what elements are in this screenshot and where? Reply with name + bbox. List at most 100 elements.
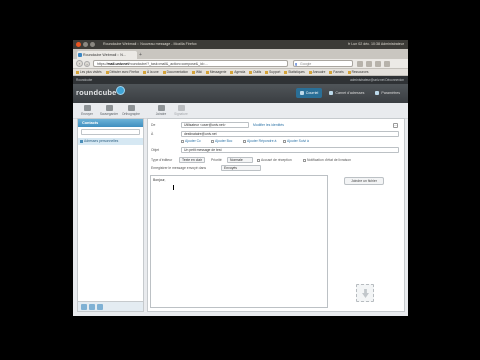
bookmark-item[interactable]: Les plus visités (76, 69, 102, 75)
bookmark-item[interactable]: Documentation (163, 69, 188, 75)
add-bcc-icon[interactable] (97, 304, 103, 310)
receipt-checkbox[interactable] (257, 158, 260, 162)
download-arrow-icon (362, 289, 369, 298)
message-body-editor[interactable]: Bonjour, (150, 175, 328, 308)
bookmark-item[interactable]: Messagerie (206, 69, 226, 75)
bookmark-item[interactable]: À la une (143, 69, 159, 75)
menu-icon[interactable] (384, 61, 390, 67)
nav-contacts-label: Carnet d'adresses (335, 91, 365, 95)
to-row: À destinataire@univ.net (151, 131, 401, 138)
spellcheck-icon (127, 105, 135, 111)
search-placeholder: Google (300, 62, 312, 66)
bookmark-item[interactable]: Ressources (348, 69, 369, 75)
add-followup-link[interactable]: Ajouter Suivi à (283, 139, 309, 143)
new-tab-button[interactable]: + (139, 51, 142, 59)
web-search-box[interactable]: g Google (293, 60, 353, 67)
bookmark-item[interactable]: Favoris (329, 69, 343, 75)
back-icon[interactable]: ‹ (76, 60, 83, 67)
paperclip-icon (157, 105, 165, 111)
add-reply-to-link[interactable]: Ajouter Répondre à (243, 139, 276, 143)
add-bcc-label: Ajouter Bcc (215, 139, 233, 143)
bookmark-item[interactable]: Support (265, 69, 280, 75)
close-icon[interactable] (76, 42, 81, 47)
url-prefix: https:// (97, 62, 108, 66)
subject-input[interactable]: Un petit message de test (181, 147, 399, 153)
os-title-bar: Roundcube Webmail :: Nouveau message - M… (73, 40, 408, 49)
add-bcc-icon (211, 139, 214, 143)
envelope-icon (299, 91, 304, 95)
dsn-option[interactable]: Notification d'état de livraison (303, 158, 351, 162)
browser-nav-bar: ‹ › https://mail.univ.net/roundcube/?_ta… (73, 59, 408, 69)
forward-icon[interactable]: › (84, 61, 90, 67)
save-button[interactable]: Sauvegarder (99, 104, 119, 118)
url-bar[interactable]: https://mail.univ.net/roundcube/?_task=m… (93, 60, 288, 67)
task-nav: Courriel Carnet d'adresses Paramètres (295, 88, 404, 98)
browser-tab[interactable]: Roundcube Webmail :: N... (77, 51, 137, 59)
compose-form: ⋯ De Utilisateur <user@univ.net> Modifie… (147, 118, 405, 312)
save-icon (105, 105, 113, 111)
bookmark-item[interactable]: Outils (249, 69, 261, 75)
from-select[interactable]: Utilisateur <user@univ.net> (181, 122, 249, 128)
add-reply-to-label: Ajouter Répondre à (247, 139, 277, 143)
maximize-icon[interactable] (90, 42, 95, 47)
add-followup-icon (283, 139, 286, 143)
nav-mail-label: Courriel (305, 91, 319, 95)
save-sent-select[interactable]: Envoyés (221, 165, 261, 171)
editor-type-select[interactable]: Texte en clair (179, 157, 205, 163)
browser-tab-strip: Roundcube Webmail :: N... + (73, 49, 408, 59)
minimize-icon[interactable] (83, 42, 88, 47)
header-user-info[interactable]: administrateur@univ.net Déconnexion (350, 76, 404, 84)
nav-settings[interactable]: Paramètres (371, 88, 404, 98)
url-path: /roundcube/?_task=mail&_action=compose&_… (128, 62, 208, 66)
from-label: De (151, 123, 156, 127)
google-icon: g (295, 62, 298, 66)
nav-contacts[interactable]: Carnet d'adresses (325, 88, 368, 98)
edit-identities-link[interactable]: Modifier les identités (253, 123, 284, 127)
send-label: Envoyer (81, 112, 93, 116)
bookmark-item[interactable]: Débuter avec Firefox (106, 69, 140, 75)
to-input[interactable]: destinataire@univ.net (181, 131, 399, 137)
nav-mail[interactable]: Courriel (295, 88, 323, 98)
bookmark-item[interactable]: Annuaire (309, 69, 326, 75)
from-row: De Utilisateur <user@univ.net> Modifier … (151, 122, 401, 129)
home-icon[interactable] (375, 61, 381, 67)
save-label: Sauvegarder (99, 112, 119, 116)
add-to-icon[interactable] (81, 304, 87, 310)
signature-button[interactable]: Signature (171, 104, 191, 118)
receipt-option[interactable]: Accusé de réception (257, 158, 292, 162)
address-book-icon (80, 140, 83, 143)
spellcheck-button[interactable]: Orthographe (121, 104, 141, 118)
priority-select[interactable]: Normale (227, 157, 253, 163)
attach-toolbar-button[interactable]: Joindre (151, 104, 171, 118)
address-book-icon (329, 91, 334, 95)
downloads-icon[interactable] (366, 61, 372, 67)
window-title: Roundcube Webmail :: Nouveau message - M… (103, 42, 197, 46)
roundcube-logo[interactable]: roundcube (76, 88, 117, 97)
add-reply-to-icon (243, 139, 246, 143)
message-body-text: Bonjour, (153, 178, 166, 182)
add-followup-label: Ajouter Suivi à (287, 139, 309, 143)
subject-label: Objet (151, 148, 160, 152)
add-cc-icon[interactable] (89, 304, 95, 310)
send-button[interactable]: Envoyer (77, 104, 97, 118)
subject-row: Objet Un petit message de test (151, 147, 401, 154)
attach-file-button[interactable]: Joindre un fichier (344, 177, 384, 185)
recipient-options-row: Ajouter Cc Ajouter Bcc Ajouter Répondre … (151, 139, 401, 145)
address-book-item[interactable]: Adresses personnelles (78, 138, 143, 145)
browser-toolbar-icons (357, 61, 390, 67)
contacts-search-input[interactable] (81, 129, 140, 135)
add-cc-link[interactable]: Ajouter Cc (181, 139, 201, 143)
dsn-checkbox[interactable] (303, 158, 306, 162)
bookmark-item[interactable]: Agenda (230, 69, 245, 75)
bookmark-item[interactable]: Wiki (192, 69, 202, 75)
bookmark-star-icon[interactable] (357, 61, 363, 67)
bookmark-item[interactable]: Statistiques (284, 69, 304, 75)
system-tray: fr Lun 02 déc. 10:38 Administrateur (348, 42, 404, 46)
header-app-name: Roundcube (76, 78, 93, 82)
window-controls (76, 42, 95, 47)
url-domain: mail.univ.net (107, 62, 129, 66)
add-bcc-link[interactable]: Ajouter Bcc (211, 139, 232, 143)
attachment-dropzone[interactable] (356, 284, 374, 302)
priority-label: Priorité (211, 158, 222, 162)
contacts-footer (78, 301, 143, 311)
